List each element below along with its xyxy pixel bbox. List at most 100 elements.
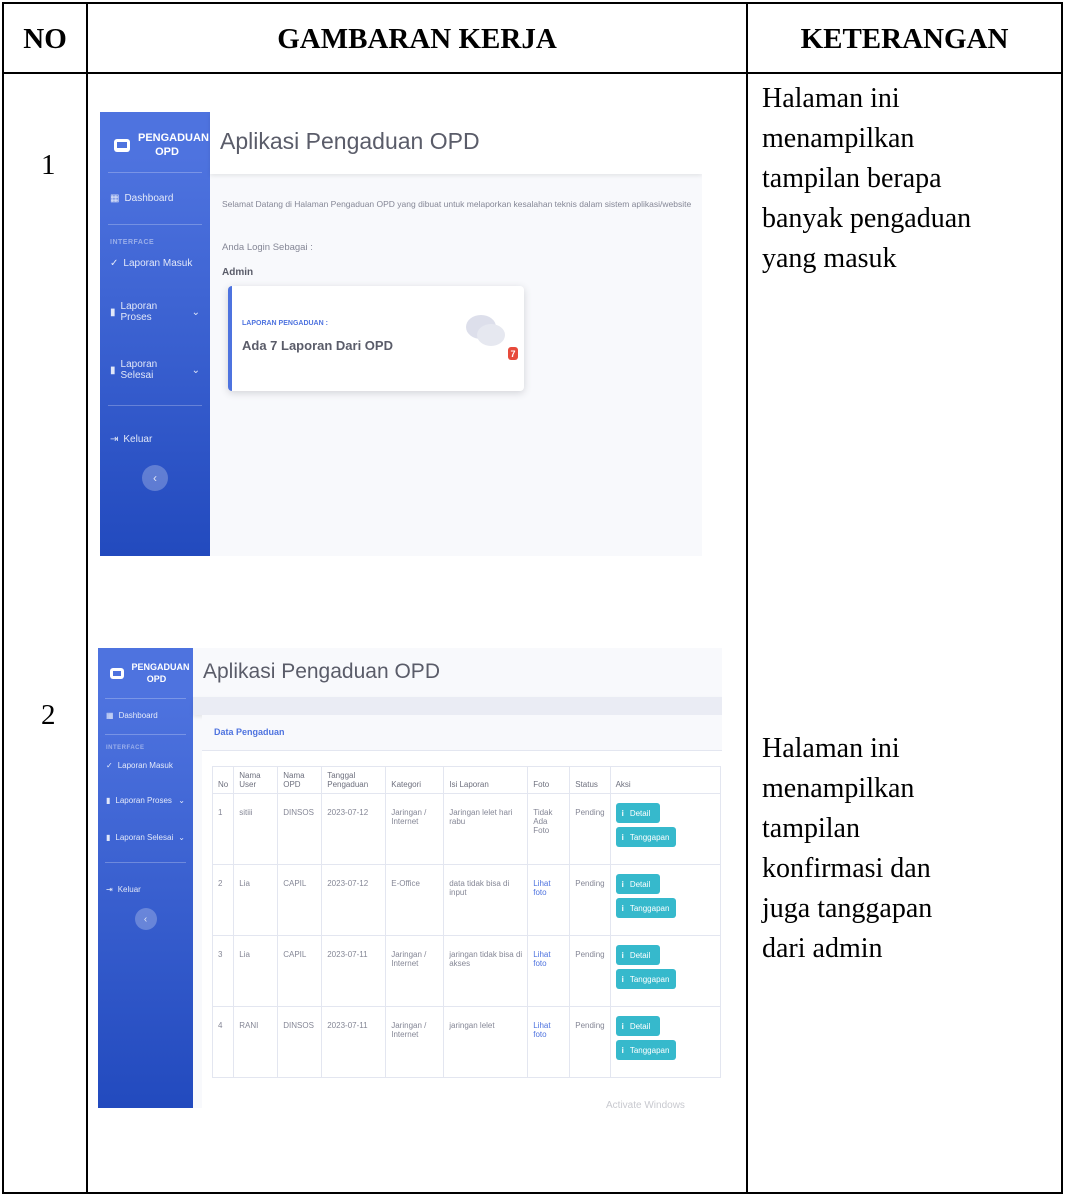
- sidebar-brand[interactable]: PENGADUAN OPD: [98, 648, 193, 698]
- cell-tanggal: 2023-07-12: [321, 793, 387, 865]
- sidebar-item-laporan-masuk[interactable]: ✓ Laporan Masuk: [100, 252, 210, 289]
- sidebar-brand[interactable]: PENGADUAN OPD: [100, 112, 210, 172]
- cell-status: Pending: [569, 935, 611, 1007]
- cell-aksi: i Detail i Tanggapan: [609, 1006, 722, 1078]
- cell-kategori: Jaringan / Internet: [385, 793, 445, 865]
- chevron-down-icon: ⌄: [178, 833, 185, 842]
- column-header: No: [211, 766, 235, 794]
- keyboard-icon: [114, 138, 130, 152]
- detail-button[interactable]: i Detail: [615, 1016, 660, 1036]
- laporan-card[interactable]: LAPORAN PENGADUAN : Ada 7 Laporan Dari O…: [228, 286, 524, 391]
- chevron-down-icon: ⌄: [191, 364, 200, 376]
- tanggapan-label: Tanggapan: [629, 832, 670, 842]
- sidebar-item-laporan-masuk[interactable]: ✓ Laporan Masuk: [98, 757, 193, 788]
- page-title: Aplikasi Pengaduan OPD: [203, 660, 440, 683]
- cell-user: Lia: [233, 864, 279, 936]
- chevron-down-icon: ⌄: [178, 796, 185, 805]
- tanggapan-button[interactable]: i Tanggapan: [615, 969, 676, 989]
- topbar: [193, 697, 722, 715]
- comments-icon: [466, 315, 505, 346]
- logout-icon: ⇥: [106, 885, 113, 894]
- row-number: 1: [41, 149, 56, 181]
- dashboard-icon: ▦: [106, 711, 114, 720]
- cell-user: sitiii: [233, 793, 279, 865]
- page-title: Aplikasi Pengaduan OPD: [220, 128, 480, 154]
- card-title: Data Pengaduan: [202, 715, 722, 751]
- tanggapan-button[interactable]: i Tanggapan: [615, 827, 676, 847]
- chevron-down-icon: ⌄: [191, 306, 200, 318]
- detail-label: Detail: [629, 950, 651, 960]
- cell-foto[interactable]: Lihat foto: [527, 1006, 571, 1078]
- card-value: Ada 7 Laporan Dari OPD: [242, 338, 393, 353]
- sidebar-item-label: Laporan Masuk: [123, 258, 193, 269]
- cell-foto[interactable]: Lihat foto: [527, 864, 571, 936]
- cell-isi: jaringan lelet: [443, 1006, 529, 1078]
- sidebar-item-laporan-selesai[interactable]: ▮ Laporan Selesai ⌄: [100, 349, 210, 405]
- keterangan-text: Halaman ini menampilkan tampilan berapa …: [762, 79, 971, 279]
- folder-icon: ▮: [110, 306, 116, 318]
- info-icon: i: [621, 1021, 624, 1031]
- cell-isi: Jaringan lelet hari rabu: [443, 793, 529, 865]
- sidebar-heading: INTERFACE: [110, 239, 155, 246]
- sidebar-item-dashboard[interactable]: ▦ Dashboard: [100, 173, 210, 224]
- detail-button[interactable]: i Detail: [615, 945, 660, 965]
- screenshot-data-pengaduan: PENGADUAN OPD ▦ Dashboard INTERFACE ✓ Lapo…: [98, 648, 722, 1108]
- tanggapan-label: Tanggapan: [629, 903, 670, 913]
- column-header: Isi Laporan: [443, 766, 529, 794]
- keterangan-line: banyak pengaduan: [762, 203, 972, 234]
- check-icon: ✓: [106, 761, 113, 770]
- cell-opd: CAPIL: [277, 935, 323, 1007]
- detail-label: Detail: [629, 1021, 651, 1031]
- cell-no: 2: [211, 864, 235, 936]
- column-header: Status: [569, 766, 611, 794]
- sidebar-item-keluar[interactable]: ⇥ Keluar: [100, 406, 210, 465]
- keyboard-icon: [109, 667, 124, 679]
- sidebar-item-laporan-proses[interactable]: ▮ Laporan Proses ⌄: [100, 289, 210, 349]
- sidebar-item-label: Laporan Selesai: [120, 359, 158, 381]
- tanggapan-button[interactable]: i Tanggapan: [615, 1040, 676, 1060]
- sidebar-item-label: Laporan Masuk: [117, 761, 173, 770]
- sidebar-item-dashboard[interactable]: ▦ Dashboard: [98, 699, 193, 734]
- keterangan-line: menampilkan: [762, 123, 915, 154]
- info-icon: i: [621, 950, 624, 960]
- column-header: Nama User: [233, 766, 279, 794]
- sidebar: PENGADUAN OPD ▦ Dashboard INTERFACE ✓ Lapo…: [98, 648, 193, 1108]
- keterangan-line: konfirmasi dan: [762, 853, 931, 884]
- detail-button[interactable]: i Detail: [615, 874, 660, 894]
- cell-foto[interactable]: Lihat foto: [527, 935, 571, 1007]
- cell-aksi: i Detail i Tanggapan: [609, 935, 722, 1007]
- cell-opd: DINSOS: [277, 1006, 323, 1078]
- screenshot-dashboard: PENGADUAN OPD ▦ Dashboard INTERFACE ✓ Lapo…: [100, 112, 702, 556]
- cell-no: 3: [211, 935, 235, 1007]
- card-label: LAPORAN PENGADUAN :: [242, 320, 328, 327]
- cell-foto: Tidak Ada Foto: [527, 793, 571, 865]
- detail-button[interactable]: i Detail: [615, 803, 660, 823]
- cell-no: 1: [211, 793, 235, 865]
- tanggapan-button[interactable]: i Tanggapan: [615, 898, 676, 918]
- sidebar-item-keluar[interactable]: ⇥ Keluar: [98, 863, 193, 908]
- column-divider: [746, 4, 748, 1192]
- sidebar-toggle-button[interactable]: ‹: [142, 465, 168, 491]
- sidebar-item-laporan-proses[interactable]: ▮ Laporan Proses ⌄: [98, 788, 193, 825]
- cell-kategori: Jaringan / Internet: [385, 1006, 445, 1078]
- header-gambaran-kerja: GAMBARAN KERJA: [277, 22, 557, 55]
- cell-tanggal: 2023-07-12: [321, 864, 387, 936]
- brand-text: PENGADUAN OPD: [131, 662, 190, 684]
- sidebar-item-laporan-selesai[interactable]: ▮ Laporan Selesai ⌄: [98, 825, 193, 862]
- folder-icon: ▮: [106, 833, 111, 842]
- info-icon: i: [621, 974, 624, 984]
- info-icon: i: [621, 903, 624, 913]
- activate-windows-watermark: Activate Windows: [606, 1100, 685, 1108]
- detail-label: Detail: [629, 879, 651, 889]
- cell-isi: data tidak bisa di input: [443, 864, 529, 936]
- cell-kategori: Jaringan / Internet: [385, 935, 445, 1007]
- cell-user: RANI: [233, 1006, 279, 1078]
- table-row: 4 RANI DINSOS 2023-07-11 Jaringan / Internet…: [211, 1006, 722, 1078]
- sidebar-toggle-button[interactable]: ‹: [134, 908, 157, 930]
- brand-text: PENGADUAN OPD: [138, 132, 209, 158]
- sidebar-item-label: Laporan Selesai: [115, 833, 174, 842]
- keterangan-line: tampilan berapa: [762, 163, 942, 194]
- column-header: Kategori: [385, 766, 445, 794]
- table-row: 3 Lia CAPIL 2023-07-11 Jaringan / Internet ja…: [211, 935, 722, 1007]
- keterangan-line: Halaman ini: [762, 83, 900, 114]
